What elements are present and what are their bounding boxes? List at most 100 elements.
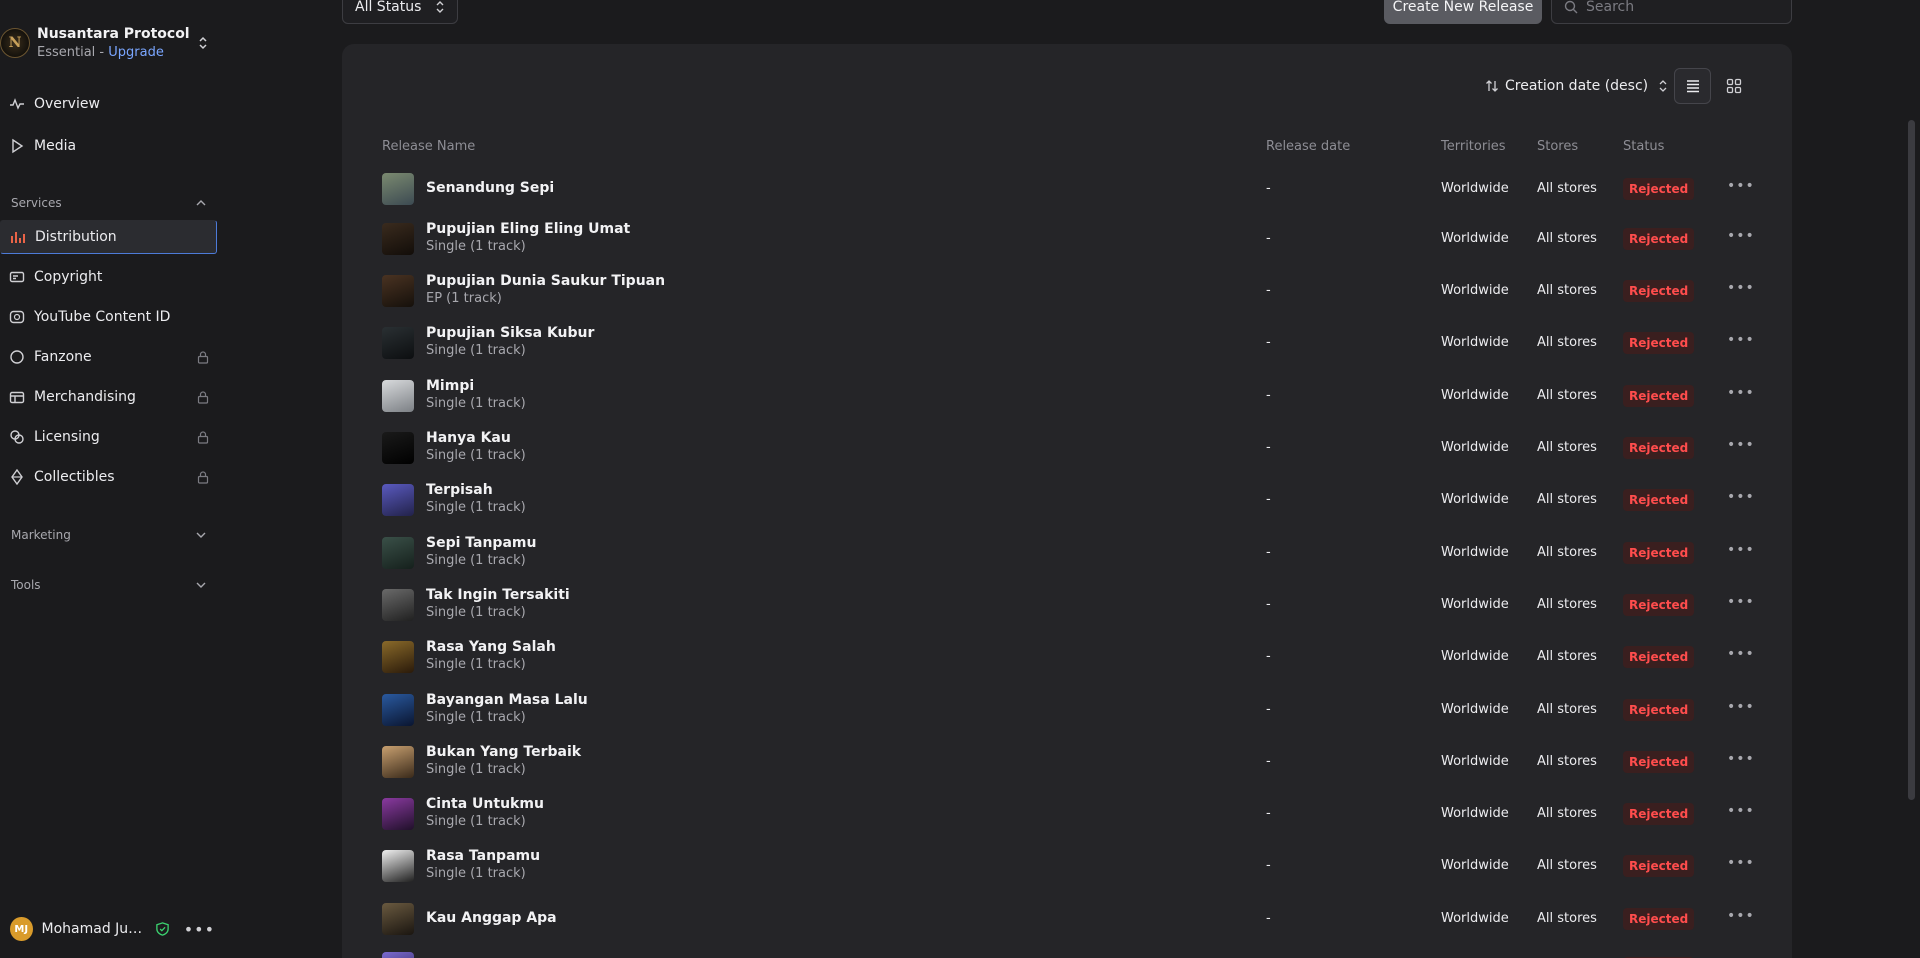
release-subtitle: Single (1 track) — [426, 762, 526, 777]
release-title[interactable]: Bukan Yang Terbaik — [426, 744, 581, 760]
release-title[interactable]: Mimpi — [426, 378, 474, 394]
row-more-icon[interactable]: ••• — [1727, 594, 1754, 616]
row-more-icon[interactable]: ••• — [1727, 855, 1754, 877]
user-menu[interactable]: MJ Mohamad Jun... ••• — [10, 914, 215, 944]
row-more-icon[interactable]: ••• — [1727, 803, 1754, 825]
marketing-section-toggle[interactable]: Marketing — [11, 525, 207, 545]
release-artwork — [382, 432, 414, 464]
release-subtitle: Single (1 track) — [426, 396, 526, 411]
scrollbar[interactable] — [1908, 120, 1915, 800]
release-stores: All stores — [1537, 649, 1597, 664]
table-row[interactable]: Bukan Yang Terbaik Single (1 track) - Wo… — [382, 740, 1762, 784]
status-filter-select[interactable]: All Status — [342, 0, 458, 24]
tools-section-toggle[interactable]: Tools — [11, 575, 207, 595]
grid-view-button[interactable] — [1715, 68, 1752, 104]
table-row[interactable]: Bayangan Masa Lalu Single (1 track) - Wo… — [382, 688, 1762, 732]
sort-select[interactable]: Creation date (desc) — [1485, 75, 1670, 97]
release-title[interactable]: Pupujian Dunia Saukur Tipuan — [426, 273, 665, 289]
nav-licensing[interactable]: Licensing — [0, 420, 217, 454]
table-row[interactable]: Hanya Kau Single (1 track) - Worldwide A… — [382, 426, 1762, 470]
table-row[interactable]: Pupujian Eling Eling Umat Single (1 trac… — [382, 217, 1762, 261]
search-input[interactable]: Search — [1551, 0, 1792, 24]
release-title[interactable]: Pupujian Eling Eling Umat — [426, 221, 630, 237]
table-row[interactable]: Pupujian Siksa Kubur Single (1 track) - … — [382, 321, 1762, 365]
link-icon — [0, 429, 34, 445]
upgrade-link[interactable]: Upgrade — [108, 45, 164, 60]
table-row[interactable]: Sepi Tanpamu Single (1 track) - Worldwid… — [382, 531, 1762, 575]
release-territories: Worldwide — [1441, 858, 1509, 873]
nav-collectibles[interactable]: Collectibles — [0, 460, 217, 494]
nav-copyright[interactable]: Copyright — [0, 260, 217, 294]
release-stores: All stores — [1537, 181, 1597, 196]
lock-icon — [189, 430, 217, 444]
release-title[interactable]: Rasa Tanpamu — [426, 848, 540, 864]
nav-fanzone[interactable]: Fanzone — [0, 340, 217, 374]
status-badge: Rejected — [1623, 646, 1695, 668]
row-more-icon[interactable]: ••• — [1727, 178, 1754, 200]
release-territories: Worldwide — [1441, 649, 1509, 664]
row-more-icon[interactable]: ••• — [1727, 489, 1754, 511]
release-subtitle: Single (1 track) — [426, 553, 526, 568]
table-row[interactable]: Rasa Tanpamu Single (1 track) - Worldwid… — [382, 844, 1762, 888]
nav-youtube-content-id[interactable]: YouTube Content ID — [0, 300, 217, 334]
release-territories: Worldwide — [1441, 754, 1509, 769]
table-row[interactable]: Terpisah Single (1 track) - Worldwide Al… — [382, 478, 1762, 522]
release-stores: All stores — [1537, 440, 1597, 455]
table-row[interactable]: Kau Anggap Apa - Worldwide All stores Re… — [382, 897, 1762, 941]
lock-icon — [189, 350, 217, 364]
row-more-icon[interactable]: ••• — [1727, 908, 1754, 930]
release-title[interactable]: Sepi Tanpamu — [426, 535, 536, 551]
row-more-icon[interactable]: ••• — [1727, 437, 1754, 459]
release-title[interactable]: Pupujian Siksa Kubur — [426, 325, 594, 341]
release-date: - — [1266, 858, 1271, 873]
status-badge: Rejected — [1623, 908, 1695, 930]
status-badge: Rejected — [1623, 332, 1695, 354]
row-more-icon[interactable]: ••• — [1727, 332, 1754, 354]
table-row[interactable]: Mimpi Single (1 track) - Worldwide All s… — [382, 374, 1762, 418]
nav-overview[interactable]: Overview — [0, 87, 217, 121]
row-more-icon[interactable]: ••• — [1727, 385, 1754, 407]
release-artwork — [382, 903, 414, 935]
row-more-icon[interactable]: ••• — [1727, 646, 1754, 668]
more-icon[interactable]: ••• — [184, 920, 215, 939]
table-row[interactable]: Cinta Untukmu Single (1 track) - Worldwi… — [382, 792, 1762, 836]
nav-licensing-label: Licensing — [34, 429, 100, 445]
nav-distribution[interactable]: Distribution — [0, 220, 217, 254]
column-header-status: Status — [1623, 139, 1665, 154]
table-row[interactable]: Pupujian Dunia Saukur Tipuan EP (1 track… — [382, 269, 1762, 313]
release-artwork — [382, 641, 414, 673]
status-badge: Rejected — [1623, 489, 1695, 511]
create-release-button[interactable]: Create New Release — [1384, 0, 1542, 24]
circle-icon — [0, 349, 34, 365]
chart-icon — [1, 229, 35, 245]
row-more-icon[interactable]: ••• — [1727, 751, 1754, 773]
nav-media[interactable]: Media — [0, 129, 217, 163]
row-more-icon[interactable]: ••• — [1727, 699, 1754, 721]
release-title[interactable]: Senandung Sepi — [426, 180, 554, 196]
row-more-icon[interactable]: ••• — [1727, 228, 1754, 250]
row-more-icon[interactable]: ••• — [1727, 542, 1754, 564]
list-view-button[interactable] — [1674, 68, 1711, 104]
release-title[interactable]: Cinta Untukmu — [426, 796, 544, 812]
org-switcher[interactable]: N Nusantara Protocol Essential - Upgrade — [0, 22, 217, 62]
release-title[interactable]: Tak Ingin Tersakiti — [426, 587, 570, 603]
release-subtitle: Single (1 track) — [426, 814, 526, 829]
release-title[interactable]: Kau Anggap Apa — [426, 910, 557, 926]
release-stores: All stores — [1537, 754, 1597, 769]
release-title[interactable]: Hanya Kau — [426, 430, 511, 446]
chevron-updown-icon — [436, 1, 444, 13]
table-row[interactable]: Angin Senja - Worldwide All stores Rejec… — [382, 946, 1762, 958]
release-title[interactable]: Bayangan Masa Lalu — [426, 692, 588, 708]
chevron-updown-icon[interactable] — [196, 34, 210, 52]
release-subtitle: Single (1 track) — [426, 605, 526, 620]
services-section-toggle[interactable]: Services — [11, 193, 207, 213]
table-row[interactable]: Tak Ingin Tersakiti Single (1 track) - W… — [382, 583, 1762, 627]
release-title[interactable]: Rasa Yang Salah — [426, 639, 556, 655]
status-badge: Rejected — [1623, 437, 1695, 459]
table-row[interactable]: Rasa Yang Salah Single (1 track) - World… — [382, 635, 1762, 679]
release-title[interactable]: Terpisah — [426, 482, 493, 498]
table-row[interactable]: Senandung Sepi - Worldwide All stores Re… — [382, 167, 1762, 211]
row-more-icon[interactable]: ••• — [1727, 280, 1754, 302]
release-territories: Worldwide — [1441, 388, 1509, 403]
nav-merchandising[interactable]: Merchandising — [0, 380, 217, 414]
